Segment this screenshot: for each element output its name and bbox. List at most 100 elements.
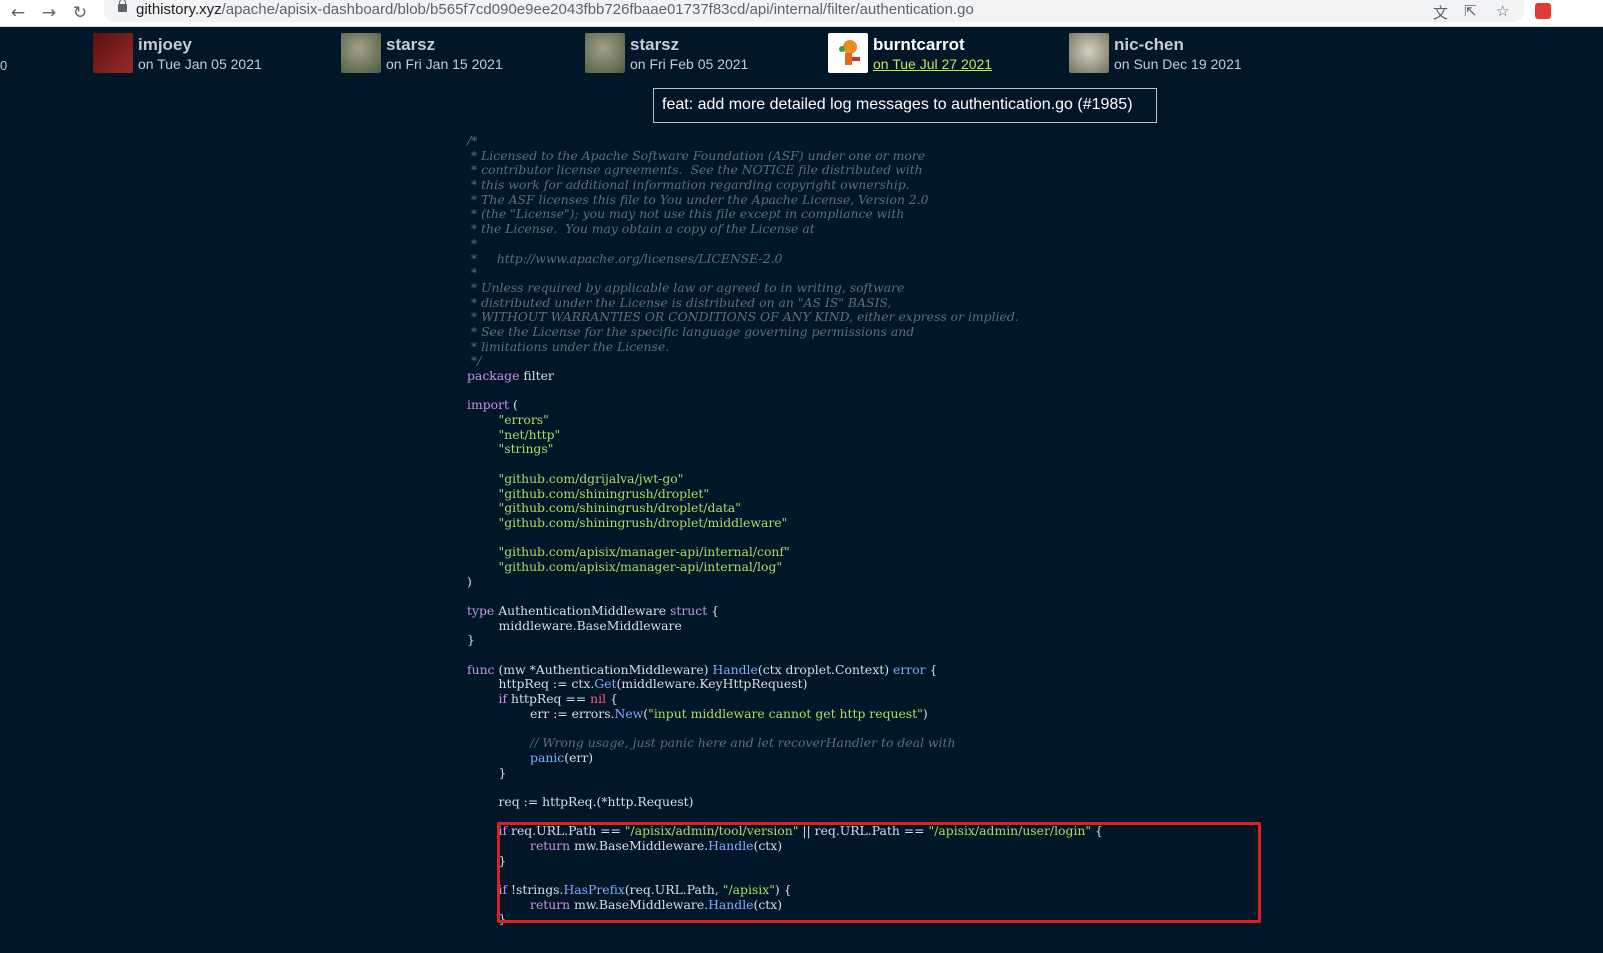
code-token: * contributor license agreements. See th… <box>467 162 923 178</box>
code-token: (middleware.KeyHttpRequest) <box>616 676 808 692</box>
reload-icon[interactable]: ↻ <box>70 3 90 23</box>
author-name: starsz <box>630 35 680 54</box>
code-line: } <box>467 765 1103 781</box>
code-token: nil <box>590 691 607 707</box>
code-line: * limitations under the License. <box>467 338 1103 355</box>
code-token: "input middleware cannot get http reques… <box>648 705 923 721</box>
code-token: "net/http" <box>498 426 561 442</box>
code-token: * limitations under the License. <box>467 338 670 354</box>
code-token: panic <box>530 749 565 765</box>
offscreen-date-fragment: 0 <box>0 58 8 73</box>
code-line: httpReq := ctx.Get(middleware.KeyHttpReq… <box>467 677 1103 692</box>
code-token: type <box>467 603 495 618</box>
code-token: /* <box>467 133 478 148</box>
code-token: (err) <box>564 749 594 765</box>
code-token: * <box>467 265 478 281</box>
code-token: "github.com/shiningrush/droplet/middlewa… <box>498 514 788 530</box>
code-line: "github.com/dgrijalva/jwt-go" <box>467 470 1103 487</box>
code-token: { <box>925 661 938 677</box>
code-line: * contributor license agreements. See th… <box>467 163 1103 178</box>
code-line: "errors" <box>467 412 1103 428</box>
code-line: * http://www.apache.org/licenses/LICENSE… <box>467 251 1103 267</box>
code-line: req := httpReq.(*http.Request) <box>467 794 1103 810</box>
author-name: imjoey <box>138 35 192 54</box>
url-text[interactable]: githistory.xyz/apache/apisix-dashboard/b… <box>136 1 974 18</box>
code-token: ( <box>509 397 518 413</box>
code-token: package <box>467 368 520 383</box>
code-token: */ <box>467 353 482 369</box>
code-line: /* <box>467 133 1103 149</box>
code-line: package filter <box>467 368 1103 384</box>
author-name: burntcarrot <box>873 35 965 54</box>
code-line: "github.com/shiningrush/droplet" <box>467 486 1103 502</box>
code-token: "github.com/dgrijalva/jwt-go" <box>498 470 684 486</box>
code-token: { <box>606 691 618 707</box>
code-token: Get <box>594 676 617 692</box>
code-line: panic(err) <box>467 749 1103 766</box>
lock-icon[interactable] <box>118 0 127 12</box>
share-icon[interactable]: ⇱ <box>1464 2 1477 20</box>
code-line: * <box>467 265 1103 281</box>
author-name: starsz <box>386 35 436 54</box>
avatar <box>93 33 133 73</box>
code-line: import ( <box>467 398 1103 413</box>
code-line: * the License. You may obtain a copy of … <box>467 221 1103 237</box>
arrow-right-icon[interactable]: → <box>39 3 59 23</box>
code-line: middleware.BaseMiddleware <box>467 617 1103 634</box>
address-bar[interactable]: githistory.xyz/apache/apisix-dashboard/b… <box>104 0 1524 22</box>
code-line: "strings" <box>467 442 1103 457</box>
code-token: "errors" <box>498 412 549 428</box>
avatar <box>341 33 381 73</box>
commit-message-tooltip: feat: add more detailed log messages to … <box>653 88 1157 123</box>
browser-toolbar: ← → ↻ githistory.xyz/apache/apisix-dashb… <box>0 0 1603 27</box>
code-token: err := errors. <box>467 705 615 721</box>
code-line: func (mw *AuthenticationMiddleware) Hand… <box>467 661 1103 678</box>
code-line: "github.com/shiningrush/droplet/data" <box>467 500 1103 516</box>
translate-icon[interactable]: 文 <box>1433 2 1448 23</box>
code-token: } <box>467 632 475 648</box>
code-line: * <box>467 236 1103 252</box>
avatar <box>828 33 868 73</box>
code-token: * Licensed to the Apache Software Founda… <box>467 147 926 163</box>
commit-date-link[interactable]: on Tue Jul 27 2021 <box>873 56 992 72</box>
code-line: * Licensed to the Apache Software Founda… <box>467 147 1103 164</box>
bookmark-star-icon[interactable]: ☆ <box>1496 2 1509 20</box>
commit-date: on Tue Jan 05 2021 <box>138 56 262 72</box>
code-line: * this work for additional information r… <box>467 177 1103 193</box>
code-line: * See the License for the specific langu… <box>467 324 1103 340</box>
code-token: "strings" <box>498 441 554 457</box>
code-line: if httpReq == nil { <box>467 691 1103 707</box>
commit-date: on Fri Feb 05 2021 <box>630 56 749 72</box>
commit-message: feat: add more detailed log messages to … <box>662 96 1133 113</box>
extension-icon[interactable] <box>1535 3 1551 19</box>
code-token: * the License. You may obtain a copy of … <box>467 221 815 237</box>
code-line: * Unless required by applicable law or a… <box>467 280 1103 296</box>
code-line: // Wrong usage, just panic here and let … <box>467 735 1103 751</box>
code-line: "github.com/apisix/manager-api/internal/… <box>467 558 1103 575</box>
code-token: httpReq == <box>507 691 591 707</box>
code-token: * (the "License"); you may not use this … <box>467 206 905 222</box>
arrow-left-icon[interactable]: ← <box>8 3 28 23</box>
code-token: * WITHOUT WARRANTIES OR CONDITIONS OF AN… <box>467 309 1019 325</box>
commit-date: on Fri Jan 15 2021 <box>386 56 503 72</box>
code-line: "github.com/shiningrush/droplet/middlewa… <box>467 514 1103 531</box>
avatar <box>1069 33 1109 73</box>
source-code-view: /* * Licensed to the Apache Software Fou… <box>467 133 1103 927</box>
code-token: (ctx droplet.Context) <box>757 661 893 677</box>
code-token: middleware.BaseMiddleware <box>467 617 682 633</box>
code-token: "github.com/apisix/manager-api/internal/… <box>498 558 783 574</box>
code-line: */ <box>467 353 1103 369</box>
